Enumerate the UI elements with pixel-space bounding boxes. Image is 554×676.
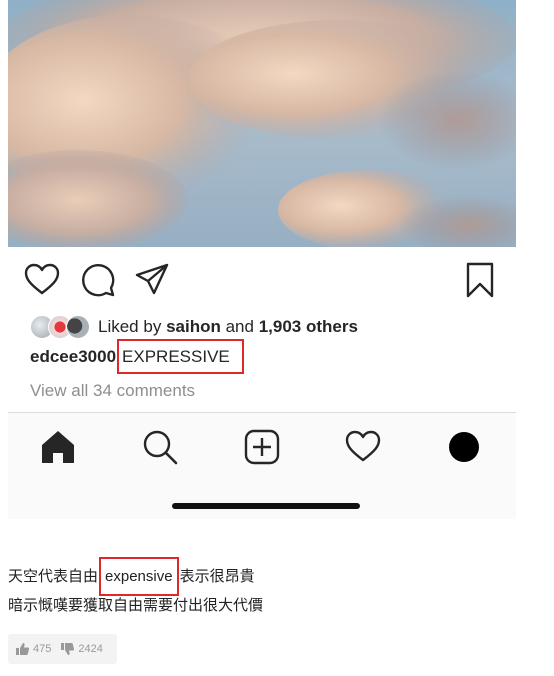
view-all-comments-link[interactable]: View all 34 comments	[30, 381, 195, 401]
sky-clouds-photo	[8, 0, 516, 247]
upvote-count: 475	[33, 643, 52, 655]
heart-icon[interactable]	[22, 260, 62, 300]
profile-icon[interactable]	[444, 427, 484, 467]
post-caption: edcee3000 EXPRESSIVE	[30, 339, 244, 374]
comment-icon[interactable]	[78, 260, 118, 300]
likes-prefix: Liked by	[98, 317, 162, 336]
upvote-button[interactable]: 475	[16, 643, 51, 655]
likes-others[interactable]: 1,903 others	[259, 317, 358, 337]
home-icon[interactable]	[38, 427, 78, 467]
comment-highlighted-word: expensive	[99, 557, 179, 596]
avatar[interactable]	[66, 315, 90, 339]
activity-icon[interactable]	[343, 427, 383, 467]
post-image	[8, 0, 516, 247]
thumbs-up-icon	[16, 643, 29, 655]
liker-avatars[interactable]	[30, 315, 92, 339]
bottom-tab-bar	[8, 412, 516, 519]
vote-bar: 475 2424	[8, 634, 117, 664]
liker-username[interactable]: saihon	[166, 317, 221, 337]
new-post-icon[interactable]	[242, 427, 282, 467]
comment-line-1: 天空代表自由 expensive 表示很昂貴	[8, 557, 255, 596]
post-actions	[8, 260, 516, 300]
comment-line-2: 暗示慨嘆要獲取自由需要付出很大代價	[8, 597, 264, 614]
thumbs-down-icon	[61, 643, 75, 655]
caption-text: EXPRESSIVE	[117, 339, 244, 374]
bookmark-icon[interactable]	[460, 260, 500, 300]
share-icon[interactable]	[132, 260, 172, 300]
downvote-count: 2424	[78, 643, 103, 655]
comment-line-1-end: 表示很昂貴	[179, 568, 255, 585]
likes-summary: Liked by saihon and 1,903 others	[30, 314, 358, 340]
search-icon[interactable]	[140, 427, 180, 467]
home-indicator[interactable]	[172, 503, 360, 509]
likes-and: and	[225, 317, 254, 336]
downvote-button[interactable]: 2424	[61, 643, 103, 655]
comment-line-1-start: 天空代表自由	[8, 568, 99, 585]
caption-username[interactable]: edcee3000	[30, 347, 116, 366]
